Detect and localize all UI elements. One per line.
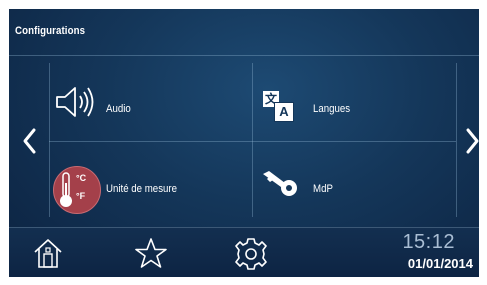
home-button[interactable] <box>31 236 65 275</box>
favorites-button[interactable] <box>133 236 169 275</box>
language-target-glyph: A <box>274 102 294 122</box>
tile-languages[interactable]: 文 A Langues <box>253 63 453 141</box>
star-icon <box>135 238 167 268</box>
next-page-button[interactable] <box>458 121 479 161</box>
footer-bar: 15:12 01/01/2014 <box>9 227 479 277</box>
key-icon <box>263 171 297 196</box>
chevron-right-icon <box>466 128 479 154</box>
speaker-icon <box>56 87 94 117</box>
page-title: Configurations <box>15 25 86 37</box>
clock-time: 15:12 <box>402 231 455 253</box>
configurations-screen: Configurations Audio 文 A Langues °C °F U… <box>9 9 479 277</box>
celsius-unit: °C <box>76 173 87 183</box>
tile-units-label: Unité de mesure <box>106 183 178 195</box>
previous-page-button[interactable] <box>15 121 45 161</box>
tile-units[interactable]: °C °F Unité de mesure <box>50 142 250 220</box>
settings-button[interactable] <box>233 236 269 277</box>
tile-audio-label: Audio <box>106 103 131 115</box>
tile-languages-label: Langues <box>313 103 351 115</box>
tile-password[interactable]: MdP <box>253 142 453 220</box>
header-bar: Configurations <box>9 9 479 56</box>
clock-date: 01/01/2014 <box>407 256 473 271</box>
language-icon: 文 A <box>263 91 294 122</box>
tile-password-label: MdP <box>313 183 333 195</box>
grid-divider-right <box>456 63 457 217</box>
fahrenheit-unit: °F <box>76 191 86 201</box>
gear-icon <box>235 238 267 270</box>
tile-audio[interactable]: Audio <box>50 63 250 141</box>
home-icon <box>34 239 62 268</box>
chevron-left-icon <box>23 128 36 154</box>
thermometer-glyph-icon <box>60 172 72 207</box>
thermometer-icon: °C °F <box>53 166 101 214</box>
